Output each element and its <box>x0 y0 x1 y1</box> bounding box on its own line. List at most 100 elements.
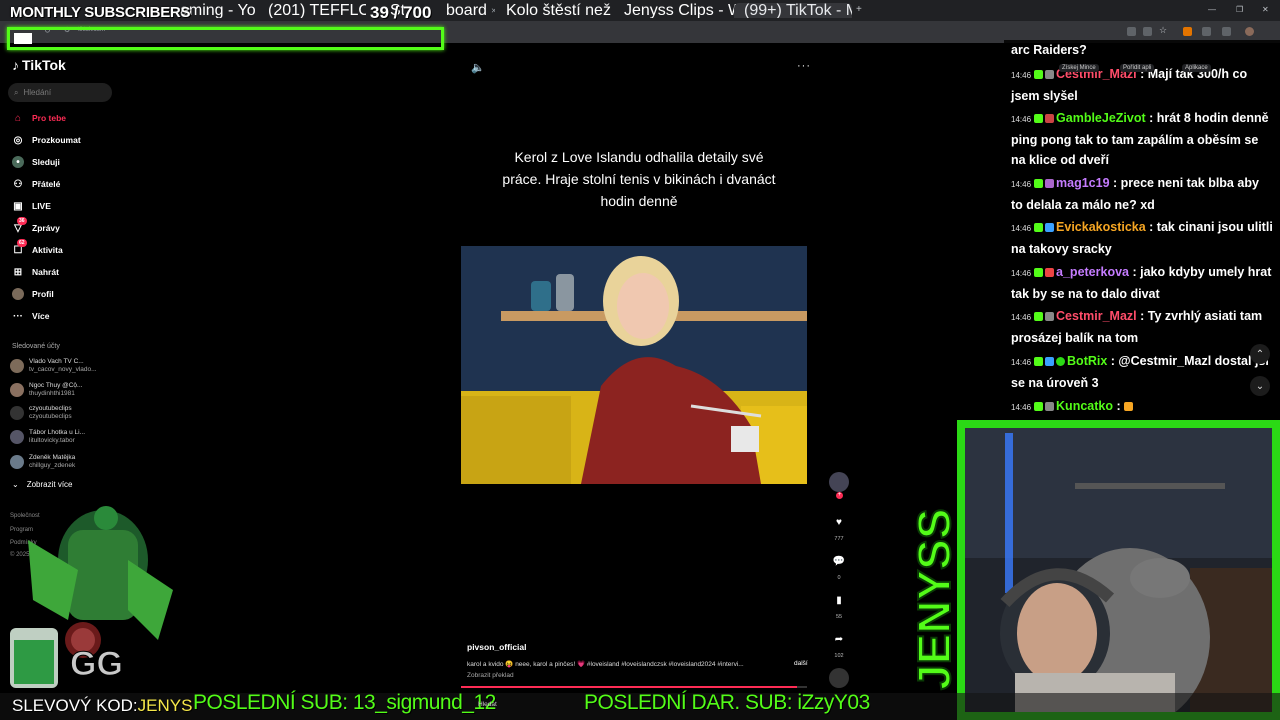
nav-friends[interactable]: ⚇ Přátelé <box>12 176 61 192</box>
downloads-icon[interactable] <box>1222 27 1231 36</box>
kick-badge-icon <box>1034 357 1044 367</box>
taskbar-search[interactable]: Hledat <box>478 701 497 708</box>
more-link[interactable]: další <box>794 660 808 667</box>
maximize-icon[interactable]: ❐ <box>1236 5 1243 14</box>
music-disc[interactable] <box>829 668 849 688</box>
close-window-icon[interactable]: ✕ <box>1262 5 1269 14</box>
nav-live[interactable]: ▣ LIVE <box>12 198 51 214</box>
chevron-down-icon: ⌄ <box>1255 380 1265 392</box>
comment-button[interactable]: 💬 0 <box>829 551 849 582</box>
share-button[interactable]: ➦ 102 <box>829 629 849 660</box>
last-gift-subscriber: POSLEDNÍ DAR. SUB: iZzyY03 <box>584 691 870 714</box>
get-app-button[interactable]: Pořídit apli <box>1120 64 1155 72</box>
video-author[interactable]: pivson_official <box>467 642 527 652</box>
share-icon: ➦ <box>834 633 844 645</box>
extension-icon[interactable] <box>1127 27 1136 36</box>
followed-account[interactable]: Vlado Vach TV C... tv_cacov_novy_vlado... <box>10 356 97 376</box>
browser-tab[interactable]: Kolo štěstí nežlastí✕ <box>496 3 612 18</box>
chat-message: 14:46 Cestmir_Mazl : Ty zvrhlý asiati tam… <box>1011 309 1263 345</box>
browser-tab[interactable]: board ✕ <box>440 3 495 18</box>
chevron-up-icon: ⌃ <box>1255 348 1265 360</box>
followed-account[interactable]: Ngoc Thuy @Cộ... thuydinhthi1981 <box>10 380 82 400</box>
nav-messages[interactable]: ▽ 36 Zprávy <box>12 217 60 236</box>
chat-message: 14:46 mag1c19 : prece neni tak blba aby t… <box>1011 176 1259 212</box>
user-badge-icon <box>1045 114 1055 124</box>
kick-badge-icon <box>1034 402 1044 412</box>
messages-badge: 36 <box>17 217 27 225</box>
translate-icon[interactable] <box>1143 27 1152 36</box>
new-tab-button[interactable]: + <box>856 4 862 15</box>
scroll-up-button[interactable]: ⌃ <box>1250 344 1270 364</box>
chat-message: 14:46 a_peterkova : jako kdyby umely hrat… <box>1011 265 1272 301</box>
user-badge-icon <box>1045 70 1055 80</box>
chat-message: 14:46 Kuncatko : <box>1011 396 1273 418</box>
extension-icon[interactable] <box>1183 27 1192 36</box>
overlay-white-box <box>14 33 32 44</box>
music-disc-icon <box>829 668 849 688</box>
avatar <box>10 383 24 397</box>
more-options-icon[interactable]: ··· <box>797 60 811 72</box>
kick-badge-icon <box>1034 70 1044 80</box>
video-description: karol a kvido 😝 neee, karol a pinčes! 💗 … <box>467 661 744 668</box>
get-coins-button[interactable]: Získej Mince <box>1059 64 1099 72</box>
followed-account[interactable]: Tábor Lhotka u Li... litultovicky.tabor <box>10 427 85 447</box>
messages-icon: ▽ 36 <box>14 217 27 234</box>
bookmark-button[interactable]: ▮ 55 <box>829 590 849 621</box>
bookmark-star-icon[interactable]: ☆ <box>1159 25 1167 36</box>
nav-activity[interactable]: ☐ 62 Aktivita <box>12 239 63 258</box>
overlay-green-frame <box>7 27 444 50</box>
volume-icon[interactable]: 🔈 <box>471 61 485 74</box>
creator-avatar[interactable] <box>829 472 849 492</box>
close-tab-icon[interactable]: ✕ <box>491 7 495 15</box>
video-player[interactable] <box>461 246 807 484</box>
apps-button[interactable]: Aplikace <box>1182 64 1211 72</box>
stream-chat: arc Raiders? 14:46 Cestmir_Mazl : Mají ta… <box>1004 40 1280 420</box>
booster-logo-text: GG <box>70 645 123 683</box>
avatar <box>10 359 24 373</box>
home-icon: ⌂ <box>14 112 22 124</box>
profile-avatar[interactable] <box>1245 27 1254 36</box>
chat-message: 14:46 Evickakosticka : tak cinani jsou ul… <box>1011 220 1273 256</box>
follow-plus-icon[interactable]: + <box>836 492 843 499</box>
search-input[interactable]: ⌕ Hledání <box>8 83 112 102</box>
nav-upload[interactable]: ⊞ Nahrát <box>12 264 59 280</box>
chat-message: 14:46 BotRix : @Cestmir_Mazl dostal jsi s… <box>1011 354 1269 390</box>
nav-explore[interactable]: ◎ Prozkoumat <box>12 132 81 148</box>
upload-icon: ⊞ <box>13 266 23 278</box>
user-badge-icon <box>1045 402 1055 412</box>
avatar <box>829 472 849 492</box>
kick-badge-icon <box>1034 312 1044 322</box>
activity-badge: 62 <box>17 239 27 247</box>
nav-for-you[interactable]: ⌂ Pro tebe <box>12 110 66 126</box>
promo-code: SLEVOVÝ KOD:JENYS <box>12 696 193 715</box>
like-button[interactable]: ♥ 777 <box>829 512 849 543</box>
extensions-puzzle-icon[interactable] <box>1202 27 1211 36</box>
profile-icon <box>12 288 24 300</box>
show-translation-link[interactable]: Zobrazit překlad <box>467 672 514 679</box>
scroll-down-button[interactable]: ⌄ <box>1250 376 1270 396</box>
bot-badge-icon <box>1045 357 1055 367</box>
show-more-button[interactable]: ⌄ Zobrazit více <box>12 480 73 489</box>
followed-account[interactable]: czyoutubeclips czyoutubeclips <box>10 403 72 423</box>
followed-account[interactable]: Zdeněk Matějka chillguy_zdenek <box>10 452 75 472</box>
nav-more[interactable]: ··· Více <box>12 308 50 324</box>
chat-message: arc Raiders? <box>1011 43 1087 57</box>
jenyss-brand-logo: JENYSS <box>907 507 961 691</box>
webcam-feed <box>957 420 1280 720</box>
following-icon: • <box>12 156 24 168</box>
browser-tab[interactable]: (201) TEFFLON - BOSS - YouTub✕ <box>258 3 366 18</box>
webcam-image <box>965 428 1272 720</box>
nav-profile[interactable]: Profil <box>12 286 54 302</box>
tiktok-logo[interactable]: ♪ TikTok <box>12 57 66 73</box>
nav-following[interactable]: • Sleduji <box>12 154 60 170</box>
user-badge-icon <box>1045 312 1055 322</box>
user-badge-icon <box>1045 179 1055 189</box>
browser-tab-active[interactable]: (99+) TikTok - Make Your Day✕ <box>734 3 852 18</box>
minimize-icon[interactable]: — <box>1208 5 1216 14</box>
activity-icon: ☐ 62 <box>13 239 27 256</box>
live-icon: ▣ <box>13 200 23 212</box>
bookmark-icon: ▮ <box>836 594 842 606</box>
user-badge-icon <box>1045 223 1055 233</box>
video-progress-bar[interactable] <box>461 686 807 688</box>
browser-tab[interactable]: Jenyss Clips - Watch Live on Ki✕ <box>614 3 736 18</box>
